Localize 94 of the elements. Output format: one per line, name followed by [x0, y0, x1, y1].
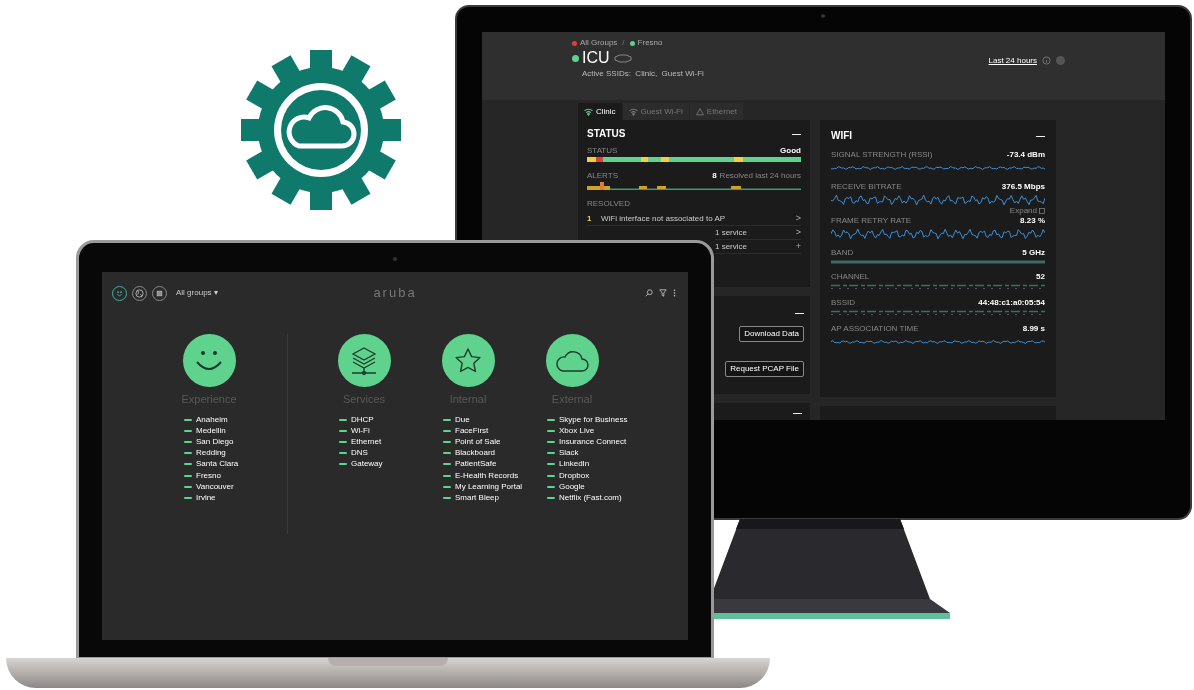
- group-badge[interactable]: [545, 334, 599, 387]
- resolved-row[interactable]: 1 service +: [715, 240, 801, 254]
- metric-label: FRAME RETRY RATE: [831, 217, 911, 225]
- group-item[interactable]: PatientSafe: [455, 460, 497, 469]
- metric-value: 44:48:c1:a0:05:54: [978, 299, 1045, 307]
- alerts-label: ALERTS: [587, 172, 618, 180]
- metric-value: 52: [1036, 273, 1045, 281]
- time-range-link[interactable]: Last 24 hours: [988, 56, 1037, 65]
- metric-value: 8.23 %: [1020, 217, 1045, 225]
- alerts-count: 8: [712, 172, 717, 180]
- group-badge[interactable]: [337, 334, 391, 387]
- action-button[interactable]: Download Data: [739, 326, 804, 342]
- collapse-button[interactable]: —: [792, 129, 801, 139]
- cloud-icon: [555, 348, 589, 373]
- wifi-icon: [628, 107, 638, 116]
- resolved-text: 1 service: [715, 228, 748, 237]
- row-action[interactable]: +: [795, 242, 801, 251]
- status-value: Good: [780, 147, 801, 155]
- group-dropdown[interactable]: All groups ▾: [176, 289, 218, 297]
- wifi-icon: [584, 107, 593, 116]
- group-item[interactable]: DHCP: [351, 415, 374, 424]
- group-item[interactable]: San Diego: [196, 437, 234, 446]
- filter-icon[interactable]: [659, 289, 667, 297]
- active-ssids-text: Active SSIDs: Clinic, Guest Wi-Fi: [581, 70, 704, 78]
- group-item[interactable]: Smart Bleep: [455, 493, 500, 502]
- resolved-row[interactable]: 1 WiFi interface not associated to AP >: [587, 212, 801, 226]
- action-button[interactable]: Request PCAP File: [725, 361, 804, 377]
- metric-label: BSSID: [831, 299, 855, 307]
- group-item[interactable]: Fresno: [196, 471, 221, 480]
- group-item[interactable]: Gateway: [351, 460, 383, 469]
- device-title: ICU: [582, 50, 610, 66]
- group-item[interactable]: Xbox Live: [559, 426, 595, 435]
- metric-label: CHANNEL: [831, 273, 870, 281]
- search-icon[interactable]: [645, 289, 653, 297]
- group-item[interactable]: Netflix (Fast.com): [559, 493, 622, 502]
- collapse-button[interactable]: —: [795, 309, 804, 318]
- resolved-label: RESOLVED: [587, 200, 631, 208]
- ethernet-icon: [695, 107, 704, 116]
- breadcrumb-link[interactable]: All Groups: [580, 39, 618, 47]
- expand-icon[interactable]: [1039, 208, 1045, 214]
- gear-cloud-icon: [240, 49, 402, 211]
- group-item[interactable]: Google: [559, 482, 585, 491]
- breadcrumb-link[interactable]: Fresno: [637, 39, 663, 47]
- access-point-icon: [612, 53, 633, 63]
- more-icon[interactable]: [673, 289, 676, 297]
- group-item[interactable]: Dropbox: [559, 471, 590, 480]
- info-icon[interactable]: [1042, 56, 1051, 65]
- metric-value: 5 GHz: [1022, 249, 1045, 257]
- breadcrumb-separator: /: [622, 39, 625, 47]
- metric-label: RECEIVE BITRATE: [831, 183, 902, 191]
- status-label: STATUS: [587, 147, 618, 155]
- group-badge[interactable]: [441, 334, 495, 387]
- card-title: STATUS: [587, 129, 626, 139]
- group-item[interactable]: Wi-Fi: [351, 426, 370, 435]
- metric-value: 8.99 s: [1022, 325, 1045, 333]
- group-item[interactable]: Slack: [559, 449, 579, 458]
- resolved-text: 1 service: [715, 242, 748, 251]
- resolved-text: WiFi interface not associated to AP: [601, 214, 727, 223]
- collapse-button[interactable]: —: [1036, 131, 1045, 141]
- group-item[interactable]: LinkedIn: [559, 460, 590, 469]
- group-item[interactable]: Vancouver: [196, 482, 234, 491]
- card-title: WIFI: [831, 131, 853, 141]
- alerts-note: Resolved last 24 hours: [719, 172, 801, 180]
- resolved-count: 1: [587, 214, 593, 223]
- row-action[interactable]: >: [795, 214, 801, 223]
- group-item[interactable]: Irvine: [196, 493, 216, 502]
- group-item[interactable]: Medellin: [196, 426, 226, 435]
- settings-toggle[interactable]: [1056, 56, 1065, 65]
- metric-value: -73.4 dBm: [1006, 151, 1045, 159]
- metric-value: 376.5 Mbps: [1001, 183, 1045, 191]
- group-item[interactable]: My Learning Portal: [455, 482, 523, 491]
- group-item[interactable]: DNS: [351, 449, 368, 458]
- group-item[interactable]: E-Health Records: [455, 471, 519, 480]
- group-item[interactable]: FaceFirst: [455, 426, 489, 435]
- ssid-tab[interactable]: Clinic: [578, 103, 622, 120]
- collapse-button[interactable]: —: [793, 409, 802, 418]
- logo-text: aruba: [373, 284, 417, 303]
- group-item[interactable]: Santa Clara: [196, 460, 239, 469]
- expand-link[interactable]: Expand: [1009, 207, 1037, 215]
- group-item[interactable]: Anaheim: [196, 415, 228, 424]
- group-item[interactable]: Redding: [196, 449, 226, 458]
- group-badge[interactable]: [182, 334, 236, 387]
- layers-icon: [349, 345, 379, 376]
- group-item[interactable]: Skype for Business: [559, 415, 628, 424]
- metric-label: AP ASSOCIATION TIME: [831, 325, 919, 333]
- metric-label: BAND: [831, 249, 854, 257]
- group-item[interactable]: Ethernet: [351, 437, 382, 446]
- resolved-row[interactable]: 1 service >: [715, 226, 801, 240]
- metric-label: SIGNAL STRENGTH (RSSI): [831, 151, 933, 159]
- group-item[interactable]: Blackboard: [455, 449, 496, 458]
- group-item[interactable]: Due: [455, 415, 470, 424]
- row-action[interactable]: >: [795, 228, 801, 237]
- group-item[interactable]: Insurance Connect: [559, 437, 627, 446]
- group-item[interactable]: Point of Sale: [455, 437, 501, 446]
